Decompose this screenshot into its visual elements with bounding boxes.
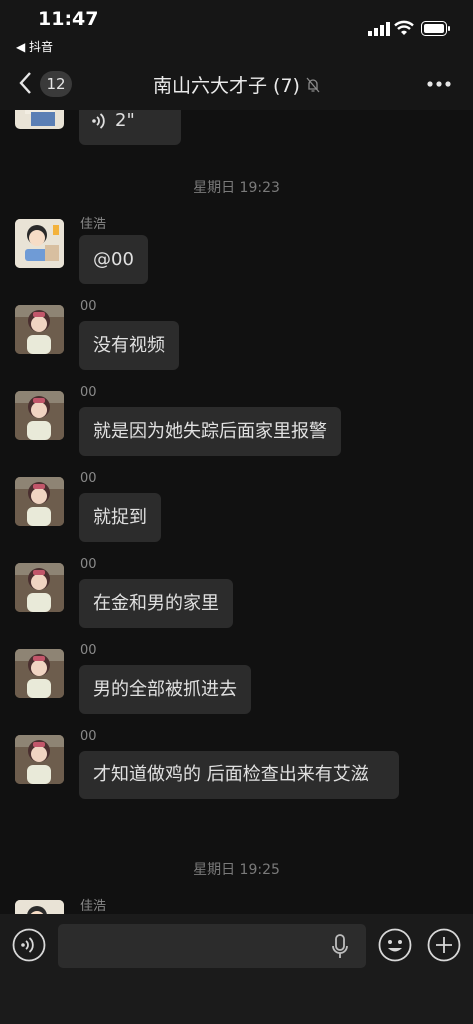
chat-title[interactable]: 南山六大才子 (7) [153,71,300,98]
avatar[interactable] [15,900,64,914]
sender-name: 00 [80,471,97,486]
sender-name: 佳浩 [80,899,107,914]
signal-icon [368,22,390,36]
timestamp: 星期日 19:25 [193,862,280,878]
message-bubble[interactable]: @00 [79,235,148,284]
message-input[interactable] [58,924,366,968]
sender-name: 00 [80,299,97,314]
status-bar: 11:47 ◀ 抖音 [0,0,473,58]
voice-duration: 2" [115,110,135,131]
microphone-icon[interactable] [330,934,350,960]
message-bubble[interactable]: 就是因为她失踪后面家里报警 [79,407,341,456]
avatar[interactable] [15,305,64,354]
more-options-icon[interactable] [426,80,452,88]
message-bubble[interactable]: 没有视频 [79,321,179,370]
avatar[interactable] [15,563,64,612]
sender-name: 00 [80,729,97,744]
chat-header: 12 南山六大才子 (7) [0,58,473,110]
message-bubble[interactable]: 才知道做鸡的 后面检查出来有艾滋 [79,751,399,799]
timestamp: 星期日 19:23 [193,180,280,196]
voice-input-icon[interactable] [12,928,46,962]
sender-name: 00 [80,643,97,658]
avatar[interactable] [15,219,64,268]
plus-icon[interactable] [427,928,461,962]
voice-message-bubble[interactable]: 2" [79,110,181,145]
avatar[interactable] [15,649,64,698]
sender-name: 佳浩 [80,217,107,232]
chat-title-wrap: 南山六大才子 (7) [0,71,473,98]
status-time: 11:47 [38,8,99,30]
message-bubble[interactable]: 在金和男的家里 [79,579,233,628]
muted-bell-icon [306,77,320,92]
avatar[interactable] [15,477,64,526]
sender-name: 00 [80,557,97,572]
message-bubble[interactable]: 男的全部被抓进去 [79,665,251,714]
input-bar [0,914,473,1024]
avatar[interactable] [15,735,64,784]
message-list[interactable]: 2" 星期日 19:23 佳浩 @00 00 没有视频 00 就是因为她失踪后面… [0,110,473,914]
avatar[interactable] [15,110,64,129]
avatar[interactable] [15,391,64,440]
emoji-icon[interactable] [378,928,412,962]
wifi-icon [394,20,414,35]
back-to-app-link[interactable]: ◀ 抖音 [16,38,53,55]
voice-wave-icon [92,113,105,129]
sender-name: 00 [80,385,97,400]
battery-icon [421,21,450,36]
message-bubble[interactable]: 就捉到 [79,493,161,542]
